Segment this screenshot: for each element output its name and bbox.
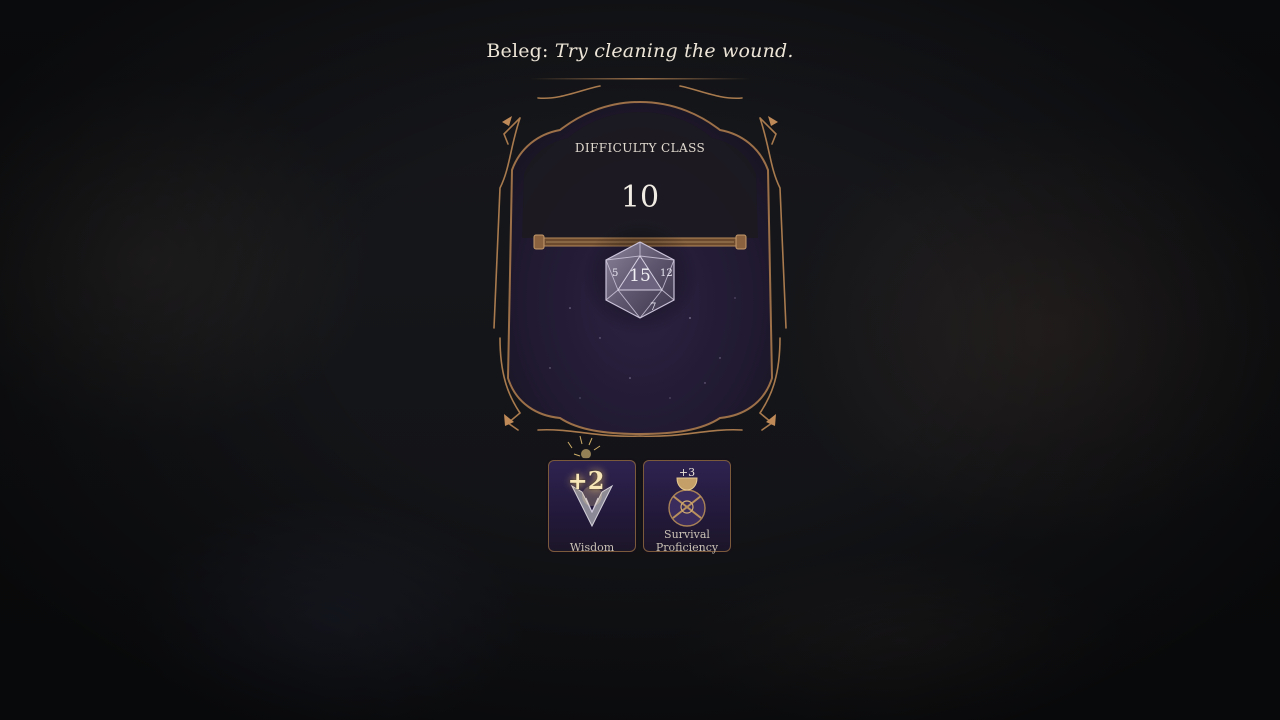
bonus-card-wisdom[interactable]: +2 Wisdom — [548, 460, 636, 554]
difficulty-class-value: 10 — [620, 180, 660, 215]
game-scene-background: Beleg: Try cleaning the wound. DIFFICULT… — [0, 0, 1280, 720]
dialogue-text: Try cleaning the wound. — [554, 40, 794, 62]
survival-bonus-value: +3 — [678, 466, 696, 479]
svg-text:7: 7 — [650, 302, 656, 313]
dialogue-speaker: Beleg: — [486, 40, 549, 62]
difficulty-class-label: DIFFICULTY CLASS — [574, 141, 706, 155]
wisdom-label: Wisdom — [569, 541, 615, 554]
bonus-card-survival-proficiency[interactable]: +3 Survival Proficiency — [643, 460, 731, 554]
survival-proficiency-label: Survival Proficiency — [655, 528, 719, 554]
wisdom-bonus-value: +2 — [567, 466, 605, 495]
dialogue-line: Beleg: Try cleaning the wound. — [0, 40, 1280, 62]
d20-face-value: 15 — [629, 266, 651, 286]
